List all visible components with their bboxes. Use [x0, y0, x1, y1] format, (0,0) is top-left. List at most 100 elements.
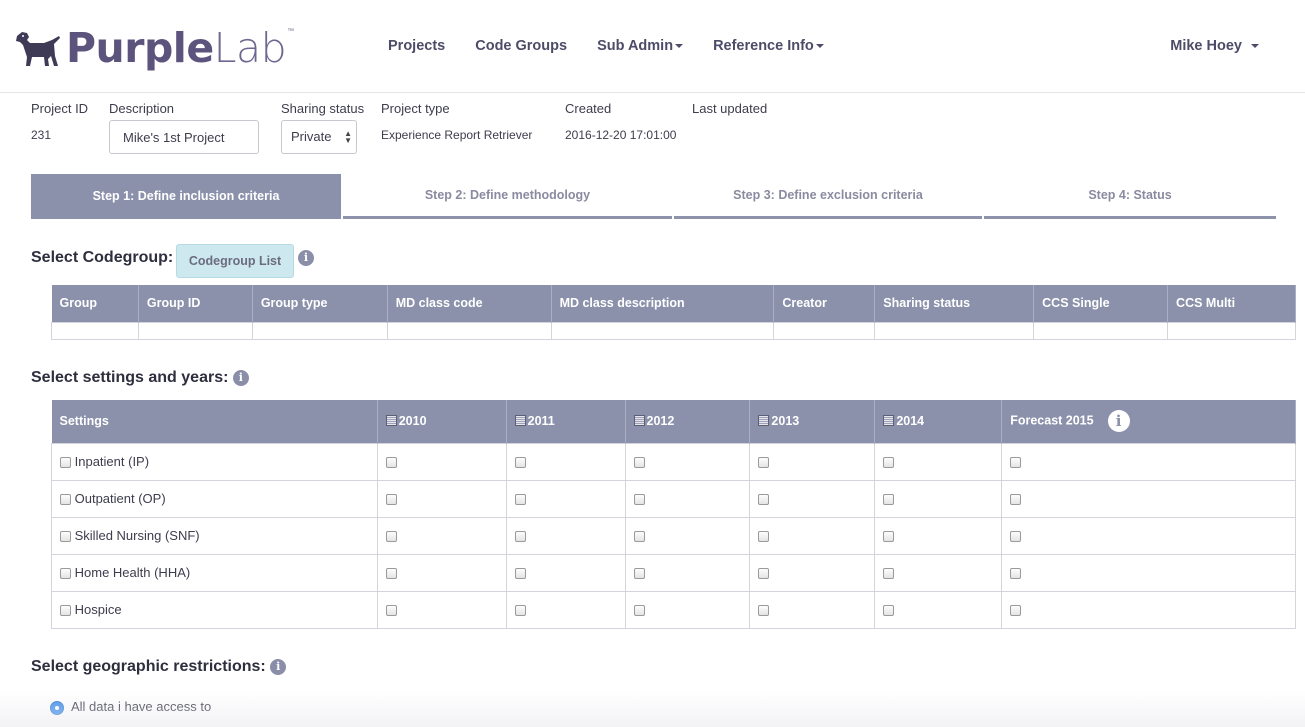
year-cell	[749, 479, 876, 518]
year-label: 2010	[398, 414, 427, 429]
forecast-checkbox[interactable]	[1010, 531, 1022, 543]
user-menu[interactable]: Mike Hoey	[1170, 38, 1259, 54]
year-cell	[624, 479, 751, 518]
year-checkbox[interactable]	[883, 531, 895, 543]
year-cell	[874, 516, 1003, 555]
year-checkbox[interactable]	[514, 531, 526, 543]
year-checkbox[interactable]	[514, 494, 526, 506]
table-row: Inpatient (IP)	[51, 442, 1296, 481]
year-checkbox[interactable]	[514, 605, 526, 617]
checkbox-icon	[633, 415, 645, 427]
nav-code-groups[interactable]: Code Groups	[475, 38, 567, 54]
forecast-cell	[1001, 516, 1296, 555]
year-checkbox[interactable]	[514, 568, 526, 580]
description-input[interactable]	[109, 120, 259, 154]
setting-checkbox[interactable]	[60, 531, 71, 543]
info-icon[interactable]: i	[232, 369, 249, 386]
setting-cell[interactable]: Inpatient (IP)	[51, 442, 378, 481]
year-checkbox[interactable]	[385, 568, 397, 580]
year-checkbox[interactable]	[883, 494, 895, 506]
year-checkbox[interactable]	[758, 605, 770, 617]
table-row: Skilled Nursing (SNF)	[51, 516, 1296, 555]
purplelab-logo[interactable]: PurpleLab ™	[14, 24, 294, 72]
nav-sub-admin[interactable]: Sub Admin	[597, 38, 684, 54]
info-icon[interactable]: i	[1107, 410, 1130, 433]
year-checkbox[interactable]	[758, 494, 770, 506]
column-header-creator: Creator	[773, 285, 876, 322]
tab-step-1[interactable]: Step 1: Define inclusion criteria	[31, 174, 341, 219]
column-header-group-id: Group ID	[138, 285, 253, 322]
table-cell	[1167, 321, 1296, 340]
tab-step-2[interactable]: Step 2: Define methodology	[343, 174, 672, 219]
year-checkbox[interactable]	[883, 457, 895, 469]
forecast-cell	[1001, 442, 1296, 481]
nav-reference-info-label: Reference Info	[713, 38, 814, 54]
forecast-checkbox[interactable]	[1010, 494, 1022, 506]
year-checkbox[interactable]	[633, 531, 645, 543]
year-checkbox[interactable]	[883, 605, 895, 617]
forecast-checkbox[interactable]	[1010, 457, 1022, 469]
checkbox-icon	[883, 415, 895, 427]
setting-checkbox[interactable]	[60, 494, 71, 506]
column-header-md-class-description: MD class description	[551, 285, 775, 322]
year-checkbox[interactable]	[633, 605, 645, 617]
column-header-2010[interactable]: 2010	[377, 400, 507, 443]
year-cell	[749, 553, 876, 592]
sharing-status-select[interactable]: Private ▲ ▼	[281, 120, 357, 154]
year-checkbox[interactable]	[633, 494, 645, 506]
dog-logo-icon	[16, 32, 60, 66]
setting-cell[interactable]: Outpatient (OP)	[51, 479, 378, 518]
setting-cell[interactable]: Hospice	[51, 590, 378, 629]
year-checkbox[interactable]	[758, 457, 770, 469]
column-header-2014[interactable]: 2014	[874, 400, 1003, 443]
table-row	[51, 321, 1296, 340]
geo-title: Select geographic restrictions: i	[31, 658, 287, 676]
year-checkbox[interactable]	[633, 457, 645, 469]
nav-reference-info[interactable]: Reference Info	[713, 38, 824, 54]
tab-step-3[interactable]: Step 3: Define exclusion criteria	[674, 174, 982, 219]
created-label: Created	[565, 101, 612, 116]
setting-cell[interactable]: Skilled Nursing (SNF)	[51, 516, 378, 555]
column-header-2011[interactable]: 2011	[506, 400, 626, 443]
year-checkbox[interactable]	[385, 494, 397, 506]
tab-step-4[interactable]: Step 4: Status	[984, 174, 1276, 219]
setting-label: Inpatient (IP)	[74, 454, 150, 469]
checkbox-icon	[758, 415, 770, 427]
setting-checkbox[interactable]	[60, 605, 71, 617]
year-checkbox[interactable]	[385, 605, 397, 617]
year-checkbox[interactable]	[633, 568, 645, 580]
sharing-status-value: Private	[291, 129, 332, 144]
settings-table: Settings 2010 2011 2012 2013 2014 Foreca…	[51, 400, 1296, 629]
column-header-2013[interactable]: 2013	[749, 400, 876, 443]
setting-checkbox[interactable]	[60, 568, 71, 580]
brand-name-light: Lab	[213, 24, 287, 72]
year-checkbox[interactable]	[883, 568, 895, 580]
column-header-md-class-code: MD class code	[387, 285, 552, 322]
all-data-radio-label[interactable]: All data i have access to	[71, 699, 211, 714]
info-icon[interactable]: i	[270, 658, 287, 675]
year-checkbox[interactable]	[758, 568, 770, 580]
year-checkbox[interactable]	[385, 531, 397, 543]
year-cell	[874, 479, 1003, 518]
year-cell	[874, 553, 1003, 592]
year-checkbox[interactable]	[758, 531, 770, 543]
setting-cell[interactable]: Home Health (HHA)	[51, 553, 378, 592]
year-label: 2012	[646, 414, 675, 429]
table-cell	[386, 321, 552, 340]
year-checkbox[interactable]	[385, 457, 397, 469]
codegroup-list-button[interactable]: Codegroup List	[176, 244, 294, 278]
year-cell	[505, 590, 626, 629]
year-label: 2011	[527, 414, 555, 429]
setting-label: Hospice	[74, 602, 122, 617]
column-header-ccs-multi: CCS Multi	[1167, 285, 1296, 322]
forecast-checkbox[interactable]	[1010, 605, 1022, 617]
all-data-radio[interactable]	[50, 701, 64, 715]
info-icon[interactable]: i	[298, 250, 314, 266]
forecast-checkbox[interactable]	[1010, 568, 1022, 580]
column-header-ccs-single: CCS Single	[1033, 285, 1169, 322]
column-header-2012[interactable]: 2012	[625, 400, 751, 443]
year-checkbox[interactable]	[514, 457, 526, 469]
created-value: 2016-12-20 17:01:00	[565, 128, 677, 142]
setting-checkbox[interactable]	[60, 457, 71, 469]
nav-projects[interactable]: Projects	[388, 38, 445, 54]
